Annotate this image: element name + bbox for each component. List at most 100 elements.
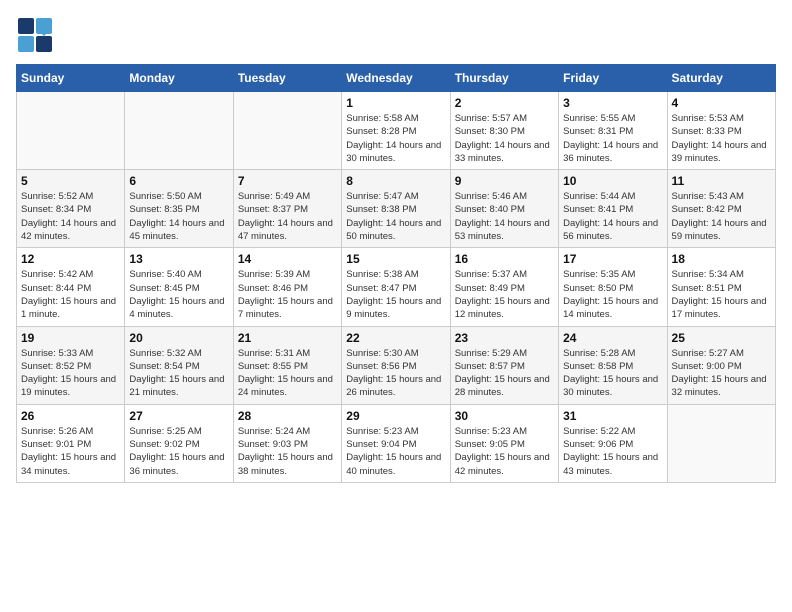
calendar-cell: 13 Sunrise: 5:40 AM Sunset: 8:45 PM Dayli… <box>125 248 233 326</box>
day-number: 17 <box>563 252 662 266</box>
day-info: Sunrise: 5:25 AM Sunset: 9:02 PM Dayligh… <box>129 425 228 478</box>
calendar-cell: 25 Sunrise: 5:27 AM Sunset: 9:00 PM Dayli… <box>667 326 775 404</box>
calendar-week-row: 5 Sunrise: 5:52 AM Sunset: 8:34 PM Daylig… <box>17 170 776 248</box>
day-info: Sunrise: 5:52 AM Sunset: 8:34 PM Dayligh… <box>21 190 120 243</box>
calendar-cell: 7 Sunrise: 5:49 AM Sunset: 8:37 PM Daylig… <box>233 170 341 248</box>
calendar-week-row: 12Sunrise: 5:42 AM Sunset: 8:44 PM Dayli… <box>17 248 776 326</box>
calendar-cell: 27 Sunrise: 5:25 AM Sunset: 9:02 PM Dayli… <box>125 404 233 482</box>
day-number: 5 <box>21 174 120 188</box>
calendar-cell: 18 Sunrise: 5:34 AM Sunset: 8:51 PM Dayli… <box>667 248 775 326</box>
day-number: 23 <box>455 331 554 345</box>
calendar-cell: 5 Sunrise: 5:52 AM Sunset: 8:34 PM Daylig… <box>17 170 125 248</box>
day-number: 6 <box>129 174 228 188</box>
day-number: 3 <box>563 96 662 110</box>
calendar-cell: 19 Sunrise: 5:33 AM Sunset: 8:52 PM Dayli… <box>17 326 125 404</box>
calendar-cell: 21Sunrise: 5:31 AM Sunset: 8:55 PM Dayli… <box>233 326 341 404</box>
day-number: 19 <box>21 331 120 345</box>
day-info: Sunrise: 5:29 AM Sunset: 8:57 PM Dayligh… <box>455 347 554 400</box>
day-info: Sunrise: 5:23 AM Sunset: 9:05 PM Dayligh… <box>455 425 554 478</box>
calendar-cell: 22 Sunrise: 5:30 AM Sunset: 8:56 PM Dayli… <box>342 326 450 404</box>
weekday-header: Thursday <box>450 65 558 92</box>
day-info: Sunrise: 5:57 AM Sunset: 8:30 PM Dayligh… <box>455 112 554 165</box>
calendar-cell: 6 Sunrise: 5:50 AM Sunset: 8:35 PM Daylig… <box>125 170 233 248</box>
calendar-week-row: 19 Sunrise: 5:33 AM Sunset: 8:52 PM Dayli… <box>17 326 776 404</box>
weekday-header: Wednesday <box>342 65 450 92</box>
day-info: Sunrise: 5:27 AM Sunset: 9:00 PM Dayligh… <box>672 347 771 400</box>
calendar-cell <box>17 92 125 170</box>
calendar-week-row: 26Sunrise: 5:26 AM Sunset: 9:01 PM Dayli… <box>17 404 776 482</box>
day-info: Sunrise: 5:26 AM Sunset: 9:01 PM Dayligh… <box>21 425 120 478</box>
weekday-header: Monday <box>125 65 233 92</box>
day-number: 31 <box>563 409 662 423</box>
day-info: Sunrise: 5:32 AM Sunset: 8:54 PM Dayligh… <box>129 347 228 400</box>
calendar-cell: 29 Sunrise: 5:23 AM Sunset: 9:04 PM Dayli… <box>342 404 450 482</box>
day-number: 7 <box>238 174 337 188</box>
calendar-cell <box>125 92 233 170</box>
calendar-cell: 14Sunrise: 5:39 AM Sunset: 8:46 PM Dayli… <box>233 248 341 326</box>
calendar-cell <box>667 404 775 482</box>
day-number: 16 <box>455 252 554 266</box>
day-number: 30 <box>455 409 554 423</box>
calendar-cell: 3 Sunrise: 5:55 AM Sunset: 8:31 PM Daylig… <box>559 92 667 170</box>
calendar-cell: 11 Sunrise: 5:43 AM Sunset: 8:42 PM Dayli… <box>667 170 775 248</box>
weekday-header: Sunday <box>17 65 125 92</box>
calendar-cell: 28 Sunrise: 5:24 AM Sunset: 9:03 PM Dayli… <box>233 404 341 482</box>
calendar-cell: 16 Sunrise: 5:37 AM Sunset: 8:49 PM Dayli… <box>450 248 558 326</box>
day-number: 18 <box>672 252 771 266</box>
logo <box>16 16 56 54</box>
day-info: Sunrise: 5:46 AM Sunset: 8:40 PM Dayligh… <box>455 190 554 243</box>
calendar-cell: 31 Sunrise: 5:22 AM Sunset: 9:06 PM Dayli… <box>559 404 667 482</box>
day-info: Sunrise: 5:34 AM Sunset: 8:51 PM Dayligh… <box>672 268 771 321</box>
day-info: Sunrise: 5:28 AM Sunset: 8:58 PM Dayligh… <box>563 347 662 400</box>
calendar-cell: 30 Sunrise: 5:23 AM Sunset: 9:05 PM Dayli… <box>450 404 558 482</box>
page-header <box>16 16 776 54</box>
calendar-cell: 8 Sunrise: 5:47 AM Sunset: 8:38 PM Daylig… <box>342 170 450 248</box>
day-info: Sunrise: 5:33 AM Sunset: 8:52 PM Dayligh… <box>21 347 120 400</box>
day-number: 29 <box>346 409 445 423</box>
calendar-cell: 20 Sunrise: 5:32 AM Sunset: 8:54 PM Dayli… <box>125 326 233 404</box>
day-info: Sunrise: 5:35 AM Sunset: 8:50 PM Dayligh… <box>563 268 662 321</box>
day-info: Sunrise: 5:47 AM Sunset: 8:38 PM Dayligh… <box>346 190 445 243</box>
day-info: Sunrise: 5:37 AM Sunset: 8:49 PM Dayligh… <box>455 268 554 321</box>
calendar-week-row: 1Sunrise: 5:58 AM Sunset: 8:28 PM Daylig… <box>17 92 776 170</box>
day-number: 13 <box>129 252 228 266</box>
calendar-cell: 4 Sunrise: 5:53 AM Sunset: 8:33 PM Daylig… <box>667 92 775 170</box>
day-info: Sunrise: 5:44 AM Sunset: 8:41 PM Dayligh… <box>563 190 662 243</box>
calendar-cell: 1Sunrise: 5:58 AM Sunset: 8:28 PM Daylig… <box>342 92 450 170</box>
day-info: Sunrise: 5:55 AM Sunset: 8:31 PM Dayligh… <box>563 112 662 165</box>
day-info: Sunrise: 5:22 AM Sunset: 9:06 PM Dayligh… <box>563 425 662 478</box>
day-number: 10 <box>563 174 662 188</box>
day-info: Sunrise: 5:24 AM Sunset: 9:03 PM Dayligh… <box>238 425 337 478</box>
day-number: 22 <box>346 331 445 345</box>
day-number: 28 <box>238 409 337 423</box>
day-info: Sunrise: 5:40 AM Sunset: 8:45 PM Dayligh… <box>129 268 228 321</box>
day-info: Sunrise: 5:49 AM Sunset: 8:37 PM Dayligh… <box>238 190 337 243</box>
calendar-cell: 9 Sunrise: 5:46 AM Sunset: 8:40 PM Daylig… <box>450 170 558 248</box>
weekday-header: Tuesday <box>233 65 341 92</box>
day-number: 24 <box>563 331 662 345</box>
day-number: 11 <box>672 174 771 188</box>
day-info: Sunrise: 5:53 AM Sunset: 8:33 PM Dayligh… <box>672 112 771 165</box>
day-info: Sunrise: 5:23 AM Sunset: 9:04 PM Dayligh… <box>346 425 445 478</box>
weekday-header: Friday <box>559 65 667 92</box>
day-number: 21 <box>238 331 337 345</box>
day-number: 20 <box>129 331 228 345</box>
day-number: 9 <box>455 174 554 188</box>
day-number: 2 <box>455 96 554 110</box>
calendar-cell: 24 Sunrise: 5:28 AM Sunset: 8:58 PM Dayli… <box>559 326 667 404</box>
day-info: Sunrise: 5:42 AM Sunset: 8:44 PM Dayligh… <box>21 268 120 321</box>
day-info: Sunrise: 5:30 AM Sunset: 8:56 PM Dayligh… <box>346 347 445 400</box>
day-number: 25 <box>672 331 771 345</box>
day-info: Sunrise: 5:50 AM Sunset: 8:35 PM Dayligh… <box>129 190 228 243</box>
calendar-cell <box>233 92 341 170</box>
day-number: 27 <box>129 409 228 423</box>
day-info: Sunrise: 5:43 AM Sunset: 8:42 PM Dayligh… <box>672 190 771 243</box>
calendar-cell: 26Sunrise: 5:26 AM Sunset: 9:01 PM Dayli… <box>17 404 125 482</box>
day-number: 1 <box>346 96 445 110</box>
calendar-header-row: SundayMondayTuesdayWednesdayThursdayFrid… <box>17 65 776 92</box>
calendar-cell: 23 Sunrise: 5:29 AM Sunset: 8:57 PM Dayli… <box>450 326 558 404</box>
day-number: 8 <box>346 174 445 188</box>
day-number: 4 <box>672 96 771 110</box>
calendar-cell: 15Sunrise: 5:38 AM Sunset: 8:47 PM Dayli… <box>342 248 450 326</box>
day-info: Sunrise: 5:38 AM Sunset: 8:47 PM Dayligh… <box>346 268 445 321</box>
